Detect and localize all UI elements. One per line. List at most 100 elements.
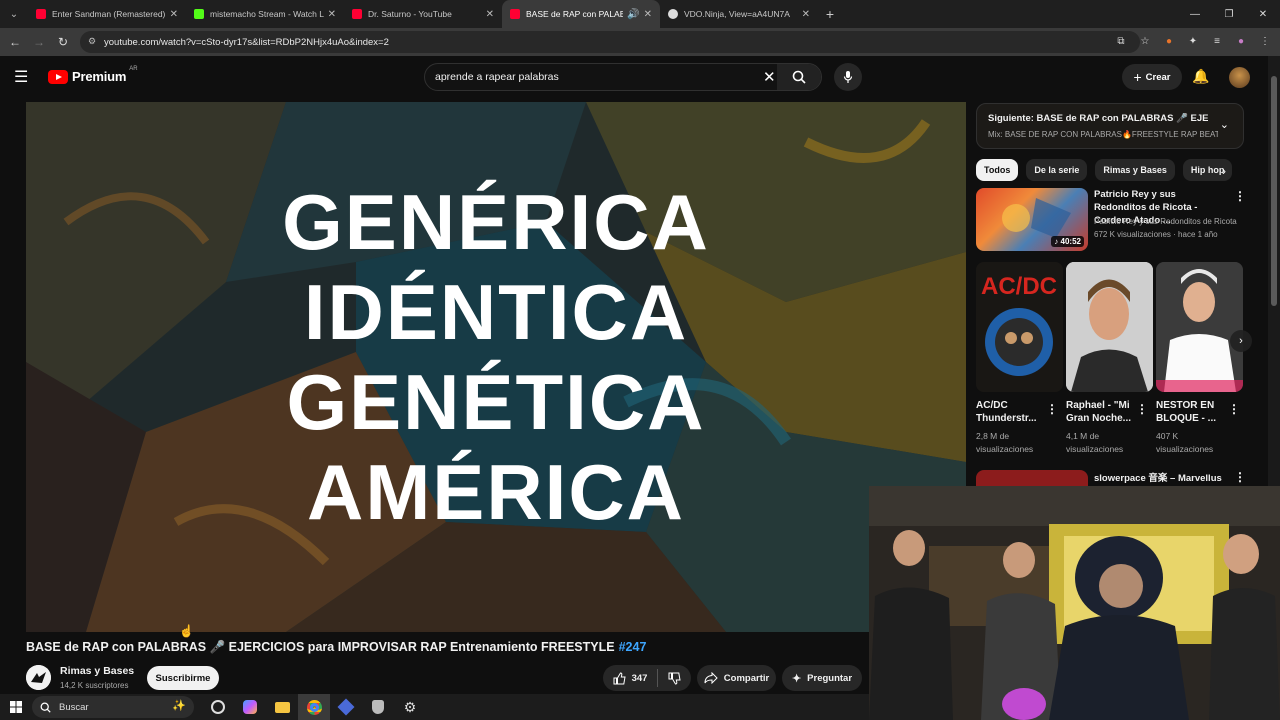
back-icon[interactable]: ← [3,30,27,54]
tab-title: Enter Sandman (Remastered) - [52,9,166,19]
tab-close-icon[interactable]: ✕ [644,9,652,20]
youtube-play-icon [48,69,68,84]
short-thumbnail[interactable] [1066,262,1153,392]
short-title[interactable]: Raphael - "Mi Gran Noche... [1066,399,1138,425]
taskbar-search-field[interactable]: Buscar ✨ [32,696,194,718]
bookmark-star-icon[interactable]: ☆ [1136,32,1154,50]
windows-start-button[interactable] [0,701,32,713]
sparkle-icon: ✦ [791,672,802,685]
file-explorer-icon[interactable] [266,694,298,720]
like-button[interactable]: 347 [613,671,647,685]
search-box[interactable]: aprende a rapear palabras ✕ [424,63,822,91]
up-next-playlist-box[interactable]: Siguiente: BASE de RAP con PALABRAS 🎤 EJ… [976,103,1244,149]
short-title[interactable]: AC/DC Thunderstr... [976,399,1048,425]
install-app-icon[interactable]: ⧉ [1112,32,1130,50]
browser-tab-active[interactable]: BASE de RAP con PALABRA 🔊 ✕ [502,0,660,28]
tab-close-icon[interactable]: ✕ [328,9,336,20]
scrollbar-thumb[interactable] [1271,76,1277,306]
tab-close-icon[interactable]: ✕ [802,9,810,20]
raphael-portrait [1066,262,1153,392]
browser-tab[interactable]: Enter Sandman (Remastered) - ✕ [28,0,186,28]
chevron-down-icon[interactable]: ⌄ [1220,118,1229,131]
chrome-icon[interactable] [298,694,330,720]
short-title[interactable]: NESTOR EN BLOQUE - ... [1156,399,1228,425]
app-icon[interactable] [330,694,362,720]
thumbs-up-icon [613,671,626,684]
recommendation-thumbnail[interactable] [976,470,1088,486]
duration-badge: ♪ 40:52 [1051,236,1084,247]
chip-from-series[interactable]: De la serie [1026,159,1088,181]
more-options-icon[interactable]: ⋮ [1136,402,1148,416]
shorts-shelf: AC/DC AC/DC Thunderstr... 2,8 M de visua… [976,262,1244,462]
tab-search-dropdown-icon[interactable]: ⌄ [0,0,28,28]
chip-channel[interactable]: Rimas y Bases [1095,159,1175,181]
recommendation-thumbnail[interactable]: ♪ 40:52 [976,188,1088,251]
ask-button[interactable]: ✦ Preguntar [782,665,862,691]
site-info-icon[interactable]: ⚙ [88,36,96,47]
browser-tab[interactable]: VDO.Ninja, View=aA4UN7A ✕ [660,0,818,28]
youtube-logo[interactable]: Premium AR [48,66,138,84]
more-options-icon[interactable]: ⋮ [1234,470,1246,484]
shorts-next-arrow-icon[interactable]: › [1230,330,1252,352]
toolbar-icons: ⧉ ☆ ● ✦ ≡ ● ⋮ [1112,32,1274,50]
acdc-cover-art: AC/DC [976,262,1063,392]
hamburger-menu-icon[interactable]: ☰ [14,69,34,87]
copilot-icon[interactable] [234,694,266,720]
browser-tab[interactable]: Dr. Saturno - YouTube ✕ [344,0,502,28]
browser-menu-icon[interactable]: ⋮ [1256,32,1274,50]
profile-icon[interactable]: ● [1232,32,1250,50]
short-thumbnail[interactable] [1156,262,1243,392]
tab-close-icon[interactable]: ✕ [170,9,178,20]
reload-icon[interactable]: ↻ [51,30,75,54]
shield-icon[interactable] [362,694,394,720]
forward-icon[interactable]: → [27,30,51,54]
taskbar-app-icon[interactable] [202,694,234,720]
ask-label: Preguntar [807,672,853,684]
chips-next-chevron-icon[interactable]: › [1222,164,1226,178]
minimize-icon[interactable]: — [1178,0,1212,28]
channel-name[interactable]: Rimas y Bases [60,665,134,677]
more-options-icon[interactable]: ⋮ [1228,402,1240,416]
search-button[interactable] [777,64,821,90]
reading-list-icon[interactable]: ≡ [1208,32,1226,50]
subscribe-button[interactable]: Suscribirme [147,666,219,690]
notifications-bell-icon[interactable]: 🔔 [1192,68,1209,85]
short-views: 4,1 M de visualizaciones [1066,431,1124,454]
thumbs-down-icon[interactable] [668,672,682,685]
create-button[interactable]: + Crear [1122,64,1182,90]
speaker-icon[interactable]: 🔊 [627,9,639,20]
url-field[interactable]: ⚙ youtube.com/watch?v=cSto-dyr17s&list=R… [80,31,1140,53]
recommendation-title[interactable]: slowerpace 音楽 – Marvellus [1094,470,1222,484]
windows-logo-icon [10,701,22,713]
microphone-icon [843,71,853,83]
channel-avatar[interactable] [26,665,51,690]
video-hashtag-link[interactable]: #247 [619,640,647,654]
url-text: youtube.com/watch?v=cSto-dyr17s&list=RDb… [104,36,389,48]
browser-tab[interactable]: mistemacho Stream - Watch Li ✕ [186,0,344,28]
close-window-icon[interactable]: ✕ [1246,0,1280,28]
lyrics-overlay: GENÉRICA IDÉNTICA GENÉTICA AMÉRICA [26,102,966,632]
page-scrollbar[interactable] [1268,56,1280,486]
settings-gear-icon[interactable]: ⚙ [394,694,426,720]
tab-close-icon[interactable]: ✕ [486,9,494,20]
video-player[interactable]: GENÉRICA IDÉNTICA GENÉTICA AMÉRICA [26,102,966,632]
subscriber-count: 14,2 K suscriptores [60,681,129,690]
voice-search-button[interactable] [834,63,862,91]
clear-search-icon[interactable]: ✕ [763,68,776,86]
recommendation-channel[interactable]: Patricio Rey y sus Redonditos de Ricota [1094,217,1244,226]
new-tab-button[interactable]: + [818,6,842,22]
restore-icon[interactable]: ❐ [1212,0,1246,28]
extensions-puzzle-icon[interactable]: ✦ [1184,32,1202,50]
account-avatar[interactable] [1229,67,1250,88]
youtube-favicon-icon [510,9,520,19]
lyric-line: IDÉNTICA [303,268,689,356]
short-thumbnail[interactable]: AC/DC [976,262,1063,392]
video-title: BASE de RAP con PALABRAS 🎤 EJERCICIOS pa… [26,640,646,655]
more-options-icon[interactable]: ⋮ [1046,402,1058,416]
up-next-subtitle: Mix: BASE DE RAP CON PALABRAS🔥FREESTYLE … [988,130,1218,139]
more-options-icon[interactable]: ⋮ [1234,189,1246,203]
chip-all[interactable]: Todos [976,159,1019,181]
extension-icon[interactable]: ● [1160,32,1178,50]
search-input[interactable]: aprende a rapear palabras [435,71,559,83]
share-button[interactable]: Compartir [697,665,776,691]
